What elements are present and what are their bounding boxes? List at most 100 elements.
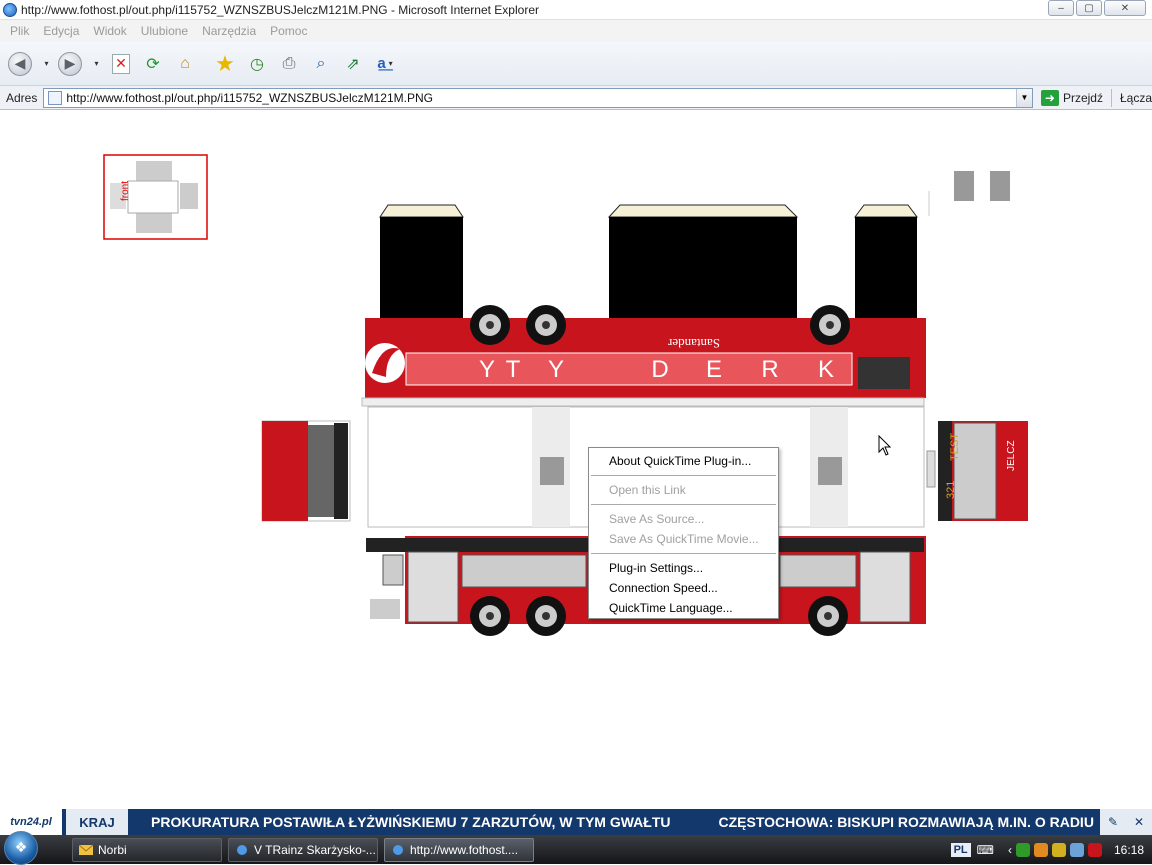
svg-text:Y: Y bbox=[548, 356, 564, 383]
menu-item-quicktime-language[interactable]: QuickTime Language... bbox=[589, 598, 778, 618]
refresh-icon: ⟳ bbox=[146, 55, 160, 73]
address-dropdown-button[interactable]: ▼ bbox=[1015, 88, 1032, 107]
menu-item-about-quicktime[interactable]: About QuickTime Plug-in... bbox=[589, 451, 778, 471]
tray-app-icon[interactable] bbox=[1033, 842, 1048, 857]
menu-pomoc[interactable]: Pomoc bbox=[270, 24, 307, 38]
back-button[interactable]: ◀ bbox=[8, 51, 32, 76]
thumbnail-preview: front bbox=[103, 154, 208, 240]
language-indicator[interactable]: PL bbox=[950, 842, 971, 857]
close-icon[interactable]: ✕ bbox=[1134, 815, 1144, 829]
go-arrow-icon: ➜ bbox=[1040, 89, 1059, 106]
chevron-down-icon: ▾ bbox=[44, 59, 49, 68]
menu-plik[interactable]: Plik bbox=[10, 24, 29, 38]
svg-text:K: K bbox=[818, 356, 834, 383]
links-button[interactable]: Łącza bbox=[1120, 91, 1152, 105]
stop-icon: ✕ bbox=[112, 53, 130, 74]
translate-button[interactable]: a͟ ▾ bbox=[372, 51, 398, 77]
tvn24-logo[interactable]: tvn24.pl bbox=[0, 809, 62, 835]
ticker-tools: ✎ ✕ bbox=[1100, 809, 1152, 835]
star-icon: ★ bbox=[215, 50, 235, 76]
chevron-down-icon: ▾ bbox=[94, 59, 99, 68]
stop-button[interactable]: ✕ bbox=[108, 51, 134, 77]
menu-widok[interactable]: Widok bbox=[93, 24, 126, 38]
taskbar-label: V TRainz Skarżysko-... bbox=[254, 842, 376, 857]
line-number: 321 bbox=[945, 481, 957, 499]
ie-icon bbox=[393, 844, 403, 855]
chevron-left-icon[interactable]: ‹ bbox=[1008, 843, 1012, 857]
quicktime-context-menu: About QuickTime Plug-in... Open this Lin… bbox=[588, 447, 779, 619]
route-label: TEST bbox=[949, 433, 961, 461]
search-button[interactable]: ⌕ bbox=[308, 51, 334, 77]
ticker-headline[interactable]: PROKURATURA POSTAWIŁA ŁYŻWIŃSKIEMU 7 ZAR… bbox=[151, 814, 671, 830]
printer-icon: ⎙ bbox=[282, 54, 296, 72]
go-button[interactable]: ➜ Przejdź bbox=[1040, 89, 1103, 106]
refresh-button[interactable]: ⟳ bbox=[140, 51, 166, 77]
svg-text:D: D bbox=[651, 356, 668, 383]
go-label: Przejdź bbox=[1062, 90, 1103, 105]
security-icon[interactable] bbox=[1087, 842, 1102, 857]
ie-icon bbox=[237, 844, 247, 855]
mouse-cursor-icon bbox=[878, 435, 892, 456]
taskbar-item-norbi[interactable]: Norbi bbox=[72, 837, 222, 862]
address-url: http://www.fothost.pl/out.php/i115752_WZ… bbox=[66, 90, 433, 105]
back-history-dropdown[interactable]: ▾ bbox=[38, 51, 52, 77]
menu-item-save-as-source[interactable]: Save As Source... bbox=[589, 509, 778, 529]
svg-text:Y: Y bbox=[479, 356, 495, 383]
news-ticker: tvn24.pl KRAJ PROKURATURA POSTAWIŁA ŁYŻW… bbox=[0, 809, 1152, 835]
page-content: front K R E D YTY Santander TEST 321 JELCZ … bbox=[0, 111, 1152, 809]
menu-bar: Plik Edycja Widok Ulubione Narzędzia Pom… bbox=[0, 20, 1152, 42]
search-icon: ⌕ bbox=[316, 54, 326, 72]
address-bar: Adres http://www.fothost.pl/out.php/i115… bbox=[0, 86, 1152, 110]
tray-app-icon[interactable] bbox=[1015, 842, 1030, 857]
mail-icon bbox=[79, 844, 93, 855]
tvn24-logo-text: tvn24.pl bbox=[10, 816, 52, 828]
menu-item-open-link[interactable]: Open this Link bbox=[589, 480, 778, 500]
page-icon bbox=[48, 90, 63, 105]
ticker-category[interactable]: KRAJ bbox=[66, 809, 128, 835]
system-tray: PL ⌨ ‹ 16:18 bbox=[950, 835, 1152, 864]
svg-text:R: R bbox=[761, 356, 778, 383]
windows-logo-icon: ❖ bbox=[4, 830, 38, 865]
taskbar-item-fothost[interactable]: http://www.fothost.... bbox=[384, 837, 534, 862]
close-button[interactable]: ✕ bbox=[1104, 0, 1146, 16]
taskbar-label: Norbi bbox=[98, 842, 127, 857]
window-title: http://www.fothost.pl/out.php/i115752_WZ… bbox=[21, 2, 539, 17]
menu-edycja[interactable]: Edycja bbox=[43, 24, 79, 38]
menu-item-connection-speed[interactable]: Connection Speed... bbox=[589, 578, 778, 598]
menu-item-save-as-movie[interactable]: Save As QuickTime Movie... bbox=[589, 529, 778, 549]
thumbnail-label: front bbox=[120, 181, 131, 201]
window-controls: ‒ ▢ ✕ bbox=[1048, 0, 1146, 16]
menu-narzedzia[interactable]: Narzędzia bbox=[202, 24, 256, 38]
svg-text:T: T bbox=[506, 356, 521, 383]
mail-icon: ⇗ bbox=[346, 55, 360, 73]
home-icon: ⌂ bbox=[180, 54, 190, 72]
svg-text:E: E bbox=[706, 356, 722, 383]
ie-icon bbox=[3, 2, 17, 17]
history-button[interactable]: ◷ bbox=[244, 51, 270, 77]
taskbar-item-trainz[interactable]: V TRainz Skarżysko-... bbox=[228, 837, 378, 862]
home-button[interactable]: ⌂ bbox=[172, 51, 198, 77]
menu-item-plugin-settings[interactable]: Plug-in Settings... bbox=[589, 558, 778, 578]
model-label: JELCZ bbox=[1006, 440, 1017, 471]
network-icon[interactable] bbox=[1069, 842, 1084, 857]
history-icon: ◷ bbox=[250, 55, 264, 73]
maximize-button[interactable]: ▢ bbox=[1076, 0, 1102, 16]
forward-history-dropdown[interactable]: ▾ bbox=[88, 51, 102, 77]
wrench-icon[interactable]: ✎ bbox=[1108, 815, 1118, 829]
clock[interactable]: 16:18 bbox=[1114, 843, 1144, 857]
chevron-down-icon: ▾ bbox=[388, 59, 393, 68]
taskbar-label: http://www.fothost.... bbox=[410, 842, 519, 857]
address-input[interactable]: http://www.fothost.pl/out.php/i115752_WZ… bbox=[43, 87, 1033, 108]
address-label: Adres bbox=[6, 90, 38, 105]
minimize-button[interactable]: ‒ bbox=[1048, 0, 1074, 16]
start-button[interactable]: ❖ bbox=[0, 830, 42, 865]
ticker-headline[interactable]: CZĘSTOCHOWA: BISKUPI ROZMAWIAJĄ M.IN. O … bbox=[719, 814, 1094, 830]
favorites-button[interactable]: ★ bbox=[212, 51, 238, 77]
menu-ulubione[interactable]: Ulubione bbox=[141, 24, 188, 38]
print-button[interactable]: ⎙ bbox=[276, 51, 302, 77]
mail-button[interactable]: ⇗ bbox=[340, 51, 366, 77]
keyboard-icon[interactable]: ⌨ bbox=[977, 843, 994, 857]
tray-app-icon[interactable] bbox=[1051, 842, 1066, 857]
forward-button[interactable]: ▶ bbox=[58, 51, 82, 76]
bank-name: Santander bbox=[667, 336, 720, 351]
